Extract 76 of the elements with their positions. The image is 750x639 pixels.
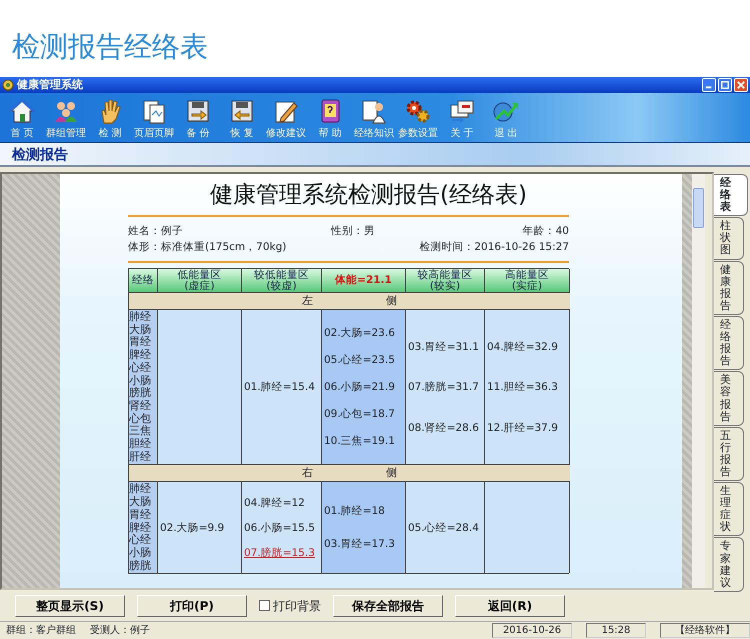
minimize-button[interactable] <box>702 78 716 92</box>
reading-text: 01.肺经=18 <box>324 505 386 518</box>
action-button[interactable]: 打印(P) <box>137 594 247 616</box>
toolbar-button[interactable]: 备 份 <box>176 97 220 140</box>
toolbar-button[interactable]: 帮 助 <box>308 97 352 140</box>
side-tab[interactable]: 经络表 <box>714 174 748 216</box>
reading-text: 02.大肠=23.6 <box>324 327 396 340</box>
reading-text: 05.心经=28.4 <box>408 522 480 534</box>
reading-text: 03.胃经=31.1 <box>408 340 480 353</box>
side-tab[interactable]: 柱状图 <box>714 217 744 260</box>
column-header: 较低能量区 (较虚) <box>242 269 322 292</box>
meridian-list: 肺经 大肠 胃经 脾经 心经 小肠 膀胱 肾经 心包 三焦 胆经 肝经 <box>129 310 158 464</box>
reading-text: 01.肺经=15.4 <box>244 381 316 394</box>
status-text: 群组：客户群组 <box>6 624 76 638</box>
info-field: 性别：男 <box>330 223 375 239</box>
toolbar-button[interactable]: 修改建议 <box>264 97 308 140</box>
reading-text: 04.脾经=12 <box>244 497 306 510</box>
info-field: 检测时间：2016-10-26 15:27 <box>419 239 569 255</box>
side-tab[interactable]: 健康报告 <box>714 260 744 315</box>
house-icon <box>8 97 36 125</box>
reading-text: 06.小肠=21.9 <box>324 381 396 394</box>
side-header: 右 侧 <box>129 464 570 482</box>
action-button[interactable]: 整页显示(S) <box>15 594 125 616</box>
window-title: 健康管理系统 <box>17 76 84 93</box>
toolbar-button[interactable]: 经络知识 <box>352 97 396 140</box>
toolbar-button[interactable]: 群组管理 <box>44 97 88 140</box>
action-button[interactable]: 保存全部报告 <box>333 594 443 616</box>
reading-text: 05.心经=23.5 <box>324 354 396 366</box>
reading-text: 03.胃经=17.3 <box>324 538 396 550</box>
reading-text: 06.小肠=15.5 <box>244 522 316 534</box>
reading-text: 12.肝经=37.9 <box>487 422 559 434</box>
column-header: 体能=21.1 <box>322 269 406 292</box>
maximize-button[interactable] <box>718 78 732 92</box>
side-tab[interactable]: 经络报告 <box>714 316 744 370</box>
column-header: 经络 <box>129 269 158 292</box>
toolbar-button[interactable]: 关 于 <box>440 97 484 140</box>
scrollbar[interactable] <box>692 174 705 588</box>
info-field: 体形：标准体重(175cm，70kg) <box>128 239 286 255</box>
reading-text: 09.心包=18.7 <box>324 408 396 420</box>
reading-text: 08.肾经=28.6 <box>408 422 480 434</box>
toolbar-button[interactable]: 检 测 <box>88 97 132 140</box>
column-header: 较高能量区 (较实) <box>406 269 485 292</box>
status-text: 受测人：例子 <box>90 624 150 638</box>
section-title: 检测报告 <box>12 147 68 163</box>
toolbar-button[interactable]: 恢 复 <box>220 97 264 140</box>
side-tab[interactable]: 五行报告 <box>714 426 744 482</box>
reading-text: 11.胆经=36.3 <box>487 381 559 394</box>
status-panel: 2016-10-26 <box>492 622 572 638</box>
report-title: 健康管理系统检测报告(经络表) <box>209 181 528 210</box>
scrollbar-thumb[interactable] <box>693 188 704 228</box>
toolbar-button[interactable]: 退 出 <box>484 97 528 140</box>
toolbar-button[interactable]: 参数设置 <box>396 97 440 140</box>
side-tab[interactable]: 美容报告 <box>714 371 744 426</box>
meridian-list: 肺经 大肠 胃经 脾经 心经 小肠 膀胱 <box>129 482 158 574</box>
column-header: 低能量区 (虚症) <box>158 269 242 292</box>
toolbar-button[interactable]: 页眉页脚 <box>132 97 176 140</box>
checkbox-label: 打印背景 <box>273 598 321 614</box>
page-heading: 检测报告经络表 <box>11 29 209 65</box>
status-panel: 15:28 <box>586 622 646 638</box>
checkbox[interactable] <box>259 600 270 611</box>
side-tab[interactable]: 专家建议 <box>714 537 744 592</box>
status-panel: 【经络软件】 <box>660 622 750 638</box>
column-header: 高能量区 (实症) <box>485 269 570 292</box>
info-field: 姓名：例子 <box>128 223 183 239</box>
app-logo-icon <box>2 79 14 91</box>
reading-link[interactable]: 07.膀胱=15.3 <box>244 546 319 559</box>
toolbar-button[interactable]: 首 页 <box>0 97 44 140</box>
close-button[interactable] <box>734 78 748 92</box>
side-header: 左 侧 <box>129 292 570 310</box>
reading-text: 02.大肠=9.9 <box>160 522 226 534</box>
reading-text: 07.膀胱=31.7 <box>408 381 480 394</box>
side-tab[interactable]: 生理症状 <box>714 482 744 536</box>
info-field: 年龄：40 <box>522 223 569 239</box>
reading-text: 10.三焦=19.1 <box>324 435 396 448</box>
action-button[interactable]: 返回(R) <box>455 594 565 616</box>
reading-text: 04.脾经=32.9 <box>487 340 559 353</box>
